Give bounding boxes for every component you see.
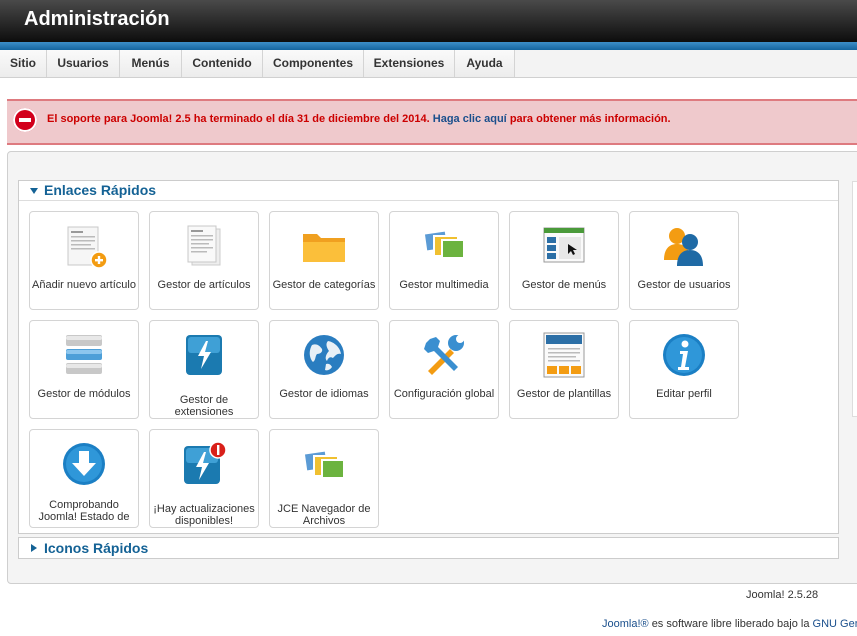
tile-global-config[interactable]: Configuración global [389, 320, 499, 419]
tile-template-manager[interactable]: Gestor de plantillas [509, 320, 619, 419]
version-text: Joomla! 2.5.28 [746, 589, 819, 601]
footer: Joomla!® es software libre liberado bajo… [602, 618, 857, 630]
tile-add-article[interactable]: Añadir nuevo artículo [29, 211, 139, 310]
menu-extensiones[interactable]: Extensiones [364, 50, 455, 77]
tile-label: Gestor de artículos [157, 279, 251, 291]
menu-sitio[interactable]: Sitio [0, 50, 47, 77]
tile-label: JCE Navegador de Archivos [277, 503, 371, 527]
tile-label: Gestor de usuarios [637, 279, 731, 291]
tile-category-manager[interactable]: Gestor de categorías [269, 211, 379, 310]
tile-article-manager[interactable]: Gestor de artículos [149, 211, 259, 310]
tile-label: Comprobando Joomla! Estado de [38, 499, 130, 523]
tile-label: Gestor de módulos [37, 388, 131, 400]
folder-icon [303, 234, 345, 262]
tile-menu-manager[interactable]: Gestor de menús [509, 211, 619, 310]
admin-title: Administración [24, 8, 170, 30]
tile-jce-browser[interactable]: JCE Navegador de Archivos [269, 429, 379, 528]
header-band [0, 42, 857, 50]
download-icon [63, 443, 105, 485]
modules-icon [66, 335, 102, 374]
tile-label: Configuración global [393, 388, 495, 400]
footer-text: es software libre liberado bajo la [651, 618, 810, 630]
update-icon [184, 441, 227, 484]
tile-label: Gestor de idiomas [279, 388, 369, 400]
collapse-arrow-icon [31, 544, 37, 552]
tile-label: Añadir nuevo artículo [32, 279, 136, 291]
jce-browser-icon [302, 449, 345, 479]
main-menu: Sitio Usuarios Menús Contenido Component… [0, 50, 857, 78]
template-icon [543, 332, 585, 378]
tile-label: ¡Hay actualizaciones disponibles! [153, 503, 255, 527]
tile-module-manager[interactable]: Gestor de módulos [29, 320, 139, 419]
media-icon [422, 229, 465, 259]
users-icon [664, 228, 703, 266]
tile-updates-available[interactable]: ¡Hay actualizaciones disponibles! [149, 429, 259, 528]
quick-links-title: Enlaces Rápidos [44, 182, 157, 198]
article-icon [187, 225, 221, 266]
expand-arrow-icon [30, 188, 38, 194]
quick-icons-title: Iconos Rápidos [44, 540, 149, 556]
globe-icon [304, 335, 344, 375]
tile-joomla-status[interactable]: Comprobando Joomla! Estado de [29, 429, 139, 528]
article-add-icon [67, 226, 108, 269]
tile-extension-manager[interactable]: Gestor de extensiones [149, 320, 259, 419]
alert-message: El soporte para Joomla! 2.5 ha terminado… [47, 113, 671, 125]
menu-usuarios[interactable]: Usuarios [47, 50, 120, 77]
extensions-icon [186, 335, 222, 375]
tile-user-manager[interactable]: Gestor de usuarios [629, 211, 739, 310]
tile-label: Gestor de categorías [272, 279, 376, 291]
alert-text: El soporte para Joomla! 2.5 ha terminado… [47, 113, 430, 125]
menu-icon [543, 227, 585, 263]
admin-header: Administración [0, 0, 857, 42]
joomla-link[interactable]: Joomla!® [602, 618, 649, 630]
tools-icon [424, 335, 464, 375]
tile-label: Gestor de plantillas [516, 388, 612, 400]
quick-links-header[interactable]: Enlaces Rápidos [19, 181, 838, 201]
support-alert: El soporte para Joomla! 2.5 ha terminado… [7, 99, 857, 145]
tile-edit-profile[interactable]: Editar perfil [629, 320, 739, 419]
error-icon [13, 108, 37, 132]
menu-contenido[interactable]: Contenido [182, 50, 263, 77]
tile-label: Editar perfil [656, 388, 712, 400]
right-side-panel [852, 181, 857, 417]
tile-label: Gestor multimedia [399, 279, 489, 291]
menu-ayuda[interactable]: Ayuda [455, 50, 515, 77]
alert-tail: para obtener más información. [509, 113, 671, 125]
tile-media-manager[interactable]: Gestor multimedia [389, 211, 499, 310]
quick-icons-section[interactable]: Iconos Rápidos [18, 537, 839, 559]
alert-link[interactable]: Haga clic aquí [433, 113, 507, 125]
menu-componentes[interactable]: Componentes [263, 50, 364, 77]
info-icon [663, 334, 705, 376]
gnu-link[interactable]: GNU Gen [813, 618, 857, 630]
tile-label: Gestor de extensiones [174, 394, 234, 418]
menu-menus[interactable]: Menús [120, 50, 182, 77]
tile-language-manager[interactable]: Gestor de idiomas [269, 320, 379, 419]
tile-label: Gestor de menús [521, 279, 607, 291]
